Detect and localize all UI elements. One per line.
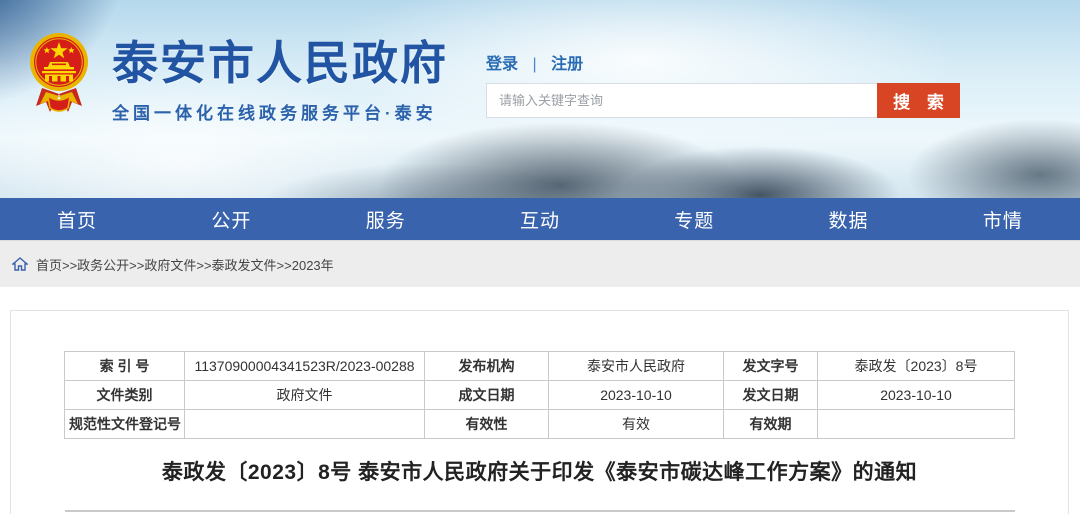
nav-item-city-info[interactable]: 市情 (926, 198, 1080, 240)
site-brand: 泰安市人民政府 全国一体化在线政务服务平台·泰安 (28, 30, 448, 124)
home-icon[interactable] (12, 257, 28, 271)
meta-label-issuing-agency: 发布机构 (425, 352, 549, 381)
search-input[interactable] (486, 83, 877, 118)
nav-item-interaction[interactable]: 互动 (463, 198, 617, 240)
table-row: 索 引 号 11370900004341523R/2023-00288 发布机构… (65, 352, 1015, 381)
meta-label-index-no: 索 引 号 (65, 352, 185, 381)
login-link[interactable]: 登录 (486, 56, 518, 73)
site-header: 泰安市人民政府 全国一体化在线政务服务平台·泰安 登录 | 注册 搜 索 (0, 0, 1080, 198)
nav-item-disclosure[interactable]: 公开 (154, 198, 308, 240)
table-row: 规范性文件登记号 有效性 有效 有效期 (65, 410, 1015, 439)
meta-label-valid-period: 有效期 (724, 410, 818, 439)
meta-value-index-no: 11370900004341523R/2023-00288 (185, 352, 425, 381)
main-nav: 首页 公开 服务 互动 专题 数据 市情 (0, 198, 1080, 240)
site-title: 泰安市人民政府 (112, 38, 448, 89)
search-button[interactable]: 搜 索 (877, 83, 960, 118)
search-bar: 搜 索 (486, 83, 960, 118)
national-emblem-icon (28, 30, 90, 122)
meta-label-written-date: 成文日期 (425, 381, 549, 410)
brand-text: 泰安市人民政府 全国一体化在线政务服务平台·泰安 (112, 30, 448, 124)
meta-label-registration-no: 规范性文件登记号 (65, 410, 185, 439)
account-links: 登录 | 注册 (486, 50, 583, 74)
nav-item-data[interactable]: 数据 (771, 198, 925, 240)
account-separator: | (532, 56, 536, 73)
title-divider (65, 510, 1015, 512)
breadcrumb-path[interactable]: 首页>>政务公开>>政府文件>>泰政发文件>>2023年 (36, 255, 334, 274)
meta-label-validity: 有效性 (425, 410, 549, 439)
document-title: 泰政发〔2023〕8号 泰安市人民政府关于印发《泰安市碳达峰工作方案》的通知 (76, 456, 1003, 486)
site-subtitle: 全国一体化在线政务服务平台·泰安 (112, 99, 448, 124)
meta-value-doc-number: 泰政发〔2023〕8号 (818, 352, 1015, 381)
document-meta-table: 索 引 号 11370900004341523R/2023-00288 发布机构… (64, 351, 1015, 439)
table-row: 文件类别 政府文件 成文日期 2023-10-10 发文日期 2023-10-1… (65, 381, 1015, 410)
nav-item-topics[interactable]: 专题 (617, 198, 771, 240)
document-card: 索 引 号 11370900004341523R/2023-00288 发布机构… (10, 310, 1069, 514)
meta-value-validity: 有效 (549, 410, 724, 439)
meta-value-issuing-agency: 泰安市人民政府 (549, 352, 724, 381)
meta-label-doc-number: 发文字号 (724, 352, 818, 381)
meta-label-issue-date: 发文日期 (724, 381, 818, 410)
meta-value-written-date: 2023-10-10 (549, 381, 724, 410)
meta-value-valid-period (818, 410, 1015, 439)
nav-item-home[interactable]: 首页 (0, 198, 154, 240)
breadcrumb: 首页>>政务公开>>政府文件>>泰政发文件>>2023年 (0, 240, 1080, 287)
meta-value-issue-date: 2023-10-10 (818, 381, 1015, 410)
meta-value-doc-category: 政府文件 (185, 381, 425, 410)
meta-value-registration-no (185, 410, 425, 439)
register-link[interactable]: 注册 (551, 56, 583, 73)
meta-label-doc-category: 文件类别 (65, 381, 185, 410)
page-body: 索 引 号 11370900004341523R/2023-00288 发布机构… (0, 287, 1080, 514)
nav-item-services[interactable]: 服务 (309, 198, 463, 240)
